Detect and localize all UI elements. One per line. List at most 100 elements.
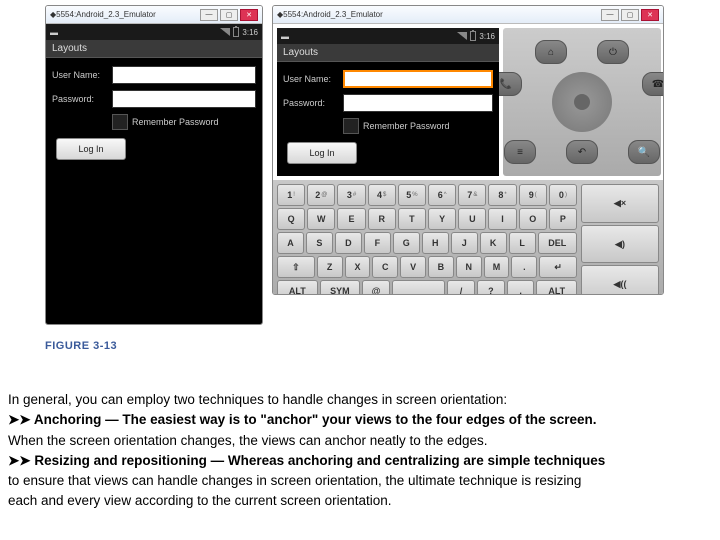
side-key[interactable]: ◀) — [581, 225, 659, 264]
minimize-button[interactable]: — — [601, 9, 619, 21]
key-G[interactable]: G — [393, 232, 420, 254]
key-C[interactable]: C — [372, 256, 398, 278]
key-@[interactable]: @ — [362, 280, 390, 295]
key-2[interactable]: 2@ — [307, 184, 335, 206]
maximize-button[interactable]: ▢ — [220, 9, 238, 21]
battery-icon — [470, 31, 476, 41]
key-D[interactable]: D — [335, 232, 362, 254]
window-titlebar: ◆ 5554:Android_2.3_Emulator — ▢ ✕ — [46, 6, 262, 24]
maximize-button[interactable]: ▢ — [621, 9, 639, 21]
hw-power-icon[interactable]: ⏻ — [597, 40, 629, 64]
signal-icon — [457, 32, 467, 40]
status-bar: ▬ 3:16 — [277, 28, 499, 44]
key-T[interactable]: T — [398, 208, 426, 230]
key-ALT[interactable]: ALT — [536, 280, 577, 295]
hw-search-icon[interactable]: 🔍 — [628, 140, 660, 164]
key-E[interactable]: E — [337, 208, 365, 230]
username-input[interactable] — [112, 66, 256, 84]
key-?[interactable]: ? — [477, 280, 505, 295]
key-1[interactable]: 1! — [277, 184, 305, 206]
key-B[interactable]: B — [428, 256, 454, 278]
key-DEL[interactable]: DEL — [538, 232, 577, 254]
notif-icon: ▬ — [50, 28, 58, 37]
username-label: User Name: — [52, 70, 112, 80]
remember-label: Remember Password — [132, 117, 219, 127]
side-key[interactable]: ◀(( — [581, 265, 659, 295]
key-F[interactable]: F — [364, 232, 391, 254]
figure-caption: FIGURE 3-13 — [45, 340, 117, 352]
key-0[interactable]: 0) — [549, 184, 577, 206]
username-input[interactable] — [343, 70, 493, 88]
key-W[interactable]: W — [307, 208, 335, 230]
key-A[interactable]: A — [277, 232, 304, 254]
side-key[interactable]: ◀× — [581, 184, 659, 223]
key-X[interactable]: X — [345, 256, 371, 278]
notif-icon: ▬ — [281, 32, 289, 41]
key-I[interactable]: I — [488, 208, 516, 230]
status-bar: ▬ 3:16 — [46, 24, 262, 40]
window-titlebar: ◆ 5554:Android_2.3_Emulator — ▢ ✕ — [273, 6, 663, 24]
key-L[interactable]: L — [509, 232, 536, 254]
close-button[interactable]: ✕ — [641, 9, 659, 21]
key-Y[interactable]: Y — [428, 208, 456, 230]
key-6[interactable]: 6^ — [428, 184, 456, 206]
key-.[interactable]: . — [511, 256, 537, 278]
key-K[interactable]: K — [480, 232, 507, 254]
key-/[interactable]: / — [447, 280, 475, 295]
clock: 3:16 — [479, 32, 495, 41]
key-9[interactable]: 9( — [519, 184, 547, 206]
key-O[interactable]: O — [519, 208, 547, 230]
key-N[interactable]: N — [456, 256, 482, 278]
key-Q[interactable]: Q — [277, 208, 305, 230]
text-line: When the screen orientation changes, the… — [8, 431, 712, 451]
close-button[interactable]: ✕ — [240, 9, 258, 21]
key-Z[interactable]: Z — [317, 256, 343, 278]
key-SYM[interactable]: SYM — [320, 280, 361, 295]
key-↵[interactable]: ↵ — [539, 256, 577, 278]
emulator-landscape: ◆ 5554:Android_2.3_Emulator — ▢ ✕ ▬ 3:16… — [272, 5, 664, 295]
password-input[interactable] — [343, 94, 493, 112]
key-S[interactable]: S — [306, 232, 333, 254]
keyboard: 1!2@3#4$5%6^7&8*9(0) QWERTYUIOP ASDFGHJKLD… — [273, 180, 663, 295]
signal-icon — [220, 28, 230, 36]
emulator-portrait: ◆ 5554:Android_2.3_Emulator — ▢ ✕ ▬ 3:16… — [45, 5, 263, 325]
key-7[interactable]: 7& — [458, 184, 486, 206]
remember-checkbox[interactable] — [112, 114, 128, 130]
figure-area: ◆ 5554:Android_2.3_Emulator — ▢ ✕ ▬ 3:16… — [0, 0, 720, 340]
password-label: Password: — [52, 94, 112, 104]
remember-label: Remember Password — [363, 121, 450, 131]
key-H[interactable]: H — [422, 232, 449, 254]
key-3[interactable]: 3# — [337, 184, 365, 206]
hw-volume-icon[interactable]: ⌂ — [535, 40, 567, 64]
hw-menu-icon[interactable]: ≡ — [504, 140, 536, 164]
hw-back-icon[interactable]: ↶ — [566, 140, 598, 164]
key-,[interactable]: , — [507, 280, 535, 295]
key-R[interactable]: R — [368, 208, 396, 230]
hw-end-icon[interactable]: ☎ — [642, 72, 664, 96]
clock: 3:16 — [242, 28, 258, 37]
key-4[interactable]: 4$ — [368, 184, 396, 206]
login-button[interactable]: Log In — [287, 142, 357, 164]
key-U[interactable]: U — [458, 208, 486, 230]
key-ALT[interactable]: ALT — [277, 280, 318, 295]
password-input[interactable] — [112, 90, 256, 108]
login-button[interactable]: Log In — [56, 138, 126, 160]
hardware-panel: ⌂ ⏻ 📞 ☎ ≡ ↶ 🔍 — [503, 28, 661, 176]
key-J[interactable]: J — [451, 232, 478, 254]
key-8[interactable]: 8* — [488, 184, 516, 206]
key-space[interactable] — [392, 280, 445, 295]
key-V[interactable]: V — [400, 256, 426, 278]
username-label: User Name: — [283, 74, 343, 84]
app-title: Layouts — [46, 40, 262, 58]
key-5[interactable]: 5% — [398, 184, 426, 206]
key-P[interactable]: P — [549, 208, 577, 230]
minimize-button[interactable]: — — [200, 9, 218, 21]
key-shift[interactable]: ⇧ — [277, 256, 315, 278]
phone-screen: ▬ 3:16 Layouts User Name: Password: — [46, 24, 262, 325]
battery-icon — [233, 27, 239, 37]
text-line: to ensure that views can handle changes … — [8, 471, 712, 491]
remember-checkbox[interactable] — [343, 118, 359, 134]
dpad[interactable] — [552, 72, 612, 132]
text-bullet: ➤➤ Anchoring — The easiest way is to "an… — [8, 412, 597, 427]
key-M[interactable]: M — [484, 256, 510, 278]
